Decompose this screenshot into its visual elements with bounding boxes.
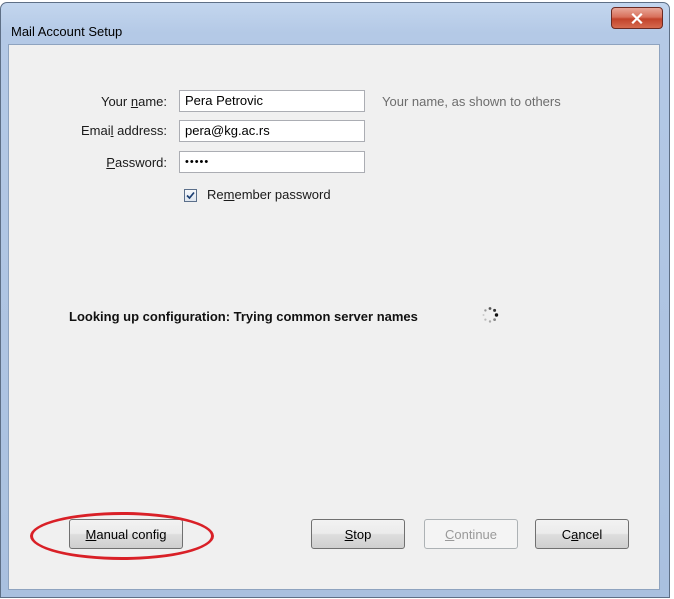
name-hint: Your name, as shown to others bbox=[382, 94, 561, 109]
manual-config-button[interactable]: Manual config bbox=[69, 519, 183, 549]
email-input[interactable]: pera@kg.ac.rs bbox=[179, 120, 365, 142]
loading-spinner-icon bbox=[482, 307, 499, 323]
stop-button[interactable]: Stop bbox=[311, 519, 405, 549]
close-button[interactable] bbox=[611, 7, 663, 29]
status-message: Looking up configuration: Trying common … bbox=[69, 309, 418, 324]
window-title: Mail Account Setup bbox=[11, 24, 123, 39]
password-label: Password: bbox=[106, 155, 167, 170]
password-input[interactable]: ••••• bbox=[179, 151, 365, 173]
continue-button[interactable]: Continue bbox=[424, 519, 518, 549]
name-input[interactable]: Pera Petrovic bbox=[179, 90, 365, 112]
email-label: Email address: bbox=[81, 123, 167, 138]
cancel-button[interactable]: Ca ncel bbox=[535, 519, 629, 549]
name-label: Your name: bbox=[100, 94, 167, 109]
checkmark-icon bbox=[186, 191, 195, 200]
close-icon bbox=[631, 12, 643, 24]
remember-password-label[interactable]: Remember password bbox=[207, 187, 331, 202]
remember-password-checkbox[interactable] bbox=[184, 189, 197, 202]
dialog-content: Your name: Pera Petrovic Your name, as s… bbox=[8, 44, 660, 590]
